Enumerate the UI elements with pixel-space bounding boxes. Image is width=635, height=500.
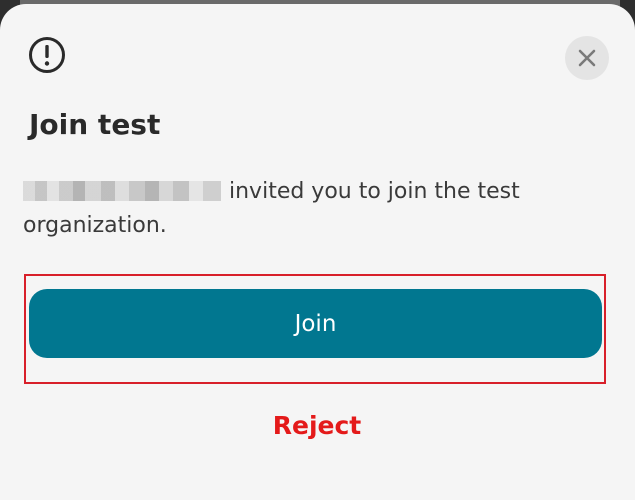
redacted-inviter-name bbox=[23, 181, 221, 201]
close-icon bbox=[578, 49, 596, 67]
dialog-title: Join test bbox=[29, 108, 161, 141]
invite-message: invited you to join the test organizatio… bbox=[23, 175, 583, 243]
alert-circle-icon bbox=[29, 37, 65, 73]
join-dialog: Join test invited you to join the test o… bbox=[0, 4, 635, 500]
close-button[interactable] bbox=[565, 36, 609, 80]
join-button[interactable]: Join bbox=[29, 289, 602, 358]
reject-button[interactable]: Reject bbox=[217, 402, 417, 448]
